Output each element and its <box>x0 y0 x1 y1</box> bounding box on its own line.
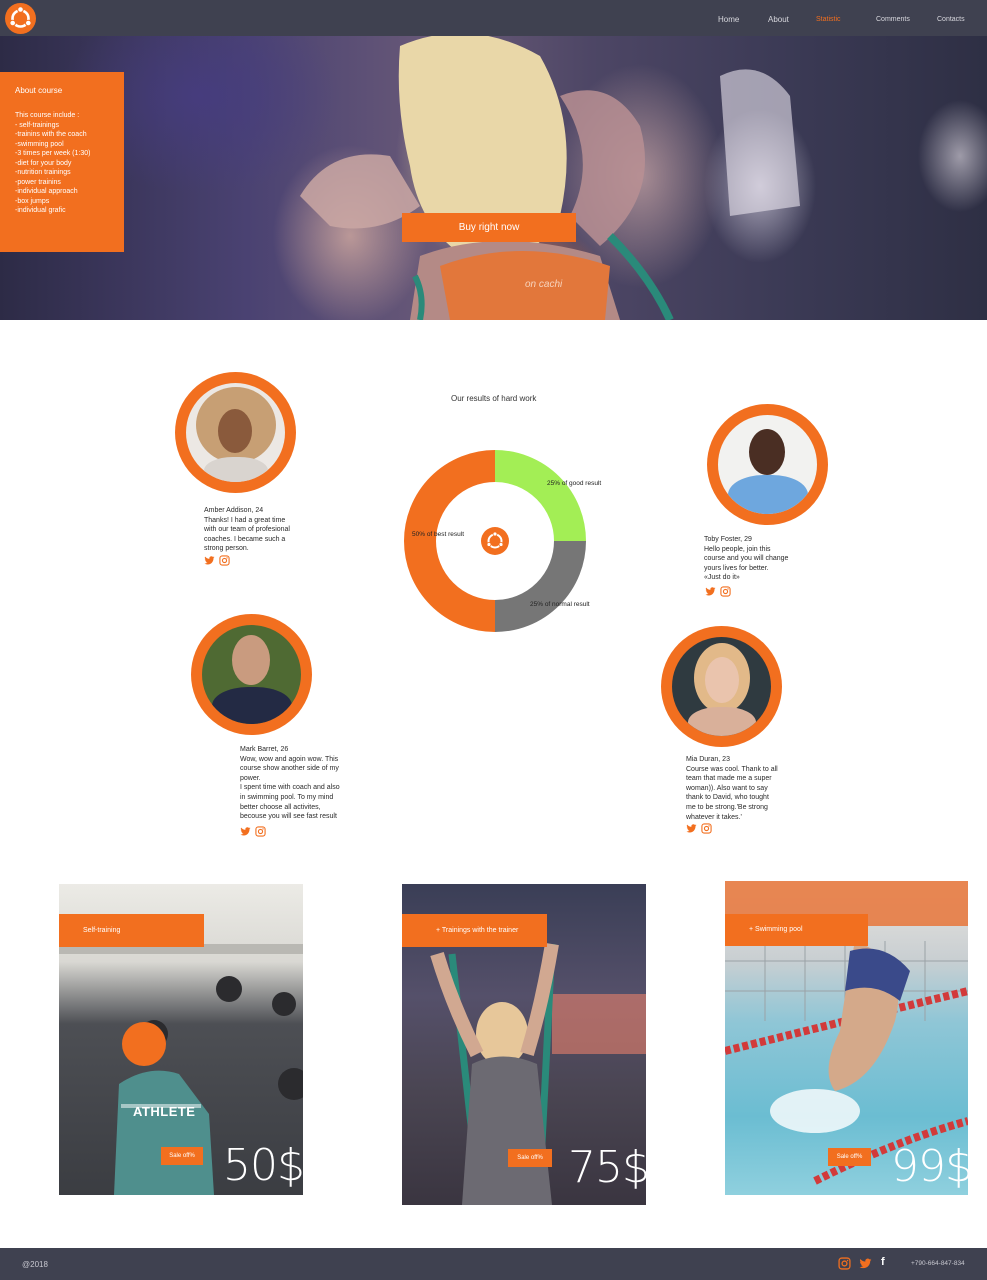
avatar-face <box>232 635 270 685</box>
about-course-title: About course <box>15 86 63 95</box>
avatar-shoulders <box>212 687 292 724</box>
avatar-photo <box>186 383 285 482</box>
price: 50$ <box>223 1140 303 1191</box>
price: 75$ <box>568 1142 646 1193</box>
course-line: -3 times per week (1:30) <box>15 150 91 157</box>
course-line: -nutrition trainings <box>15 169 71 176</box>
testimonial-text: Thanks! I had a great time with our team… <box>204 516 290 553</box>
course-line: -trainins with the coach <box>15 131 87 138</box>
instagram-icon[interactable] <box>255 826 266 837</box>
testimonial-text: Hello people, join this course and you w… <box>704 545 789 582</box>
card-self-training[interactable]: ATHLETE Self-training Sale off% 50$ <box>59 884 303 1195</box>
shirt-logo-text: on cachi <box>525 279 563 290</box>
testimonial-name: Toby Foster, 29 <box>704 536 752 543</box>
testimonial-toby: Toby Foster, 29 Hello people, join this … <box>704 535 788 583</box>
avatar-photo <box>718 415 817 514</box>
footer: @2018 f +790-664-847-834 <box>0 1248 987 1280</box>
instagram-icon[interactable] <box>720 586 731 597</box>
avatar-toby <box>707 404 828 525</box>
twitter-icon[interactable] <box>240 826 251 837</box>
phone-number: +790-664-847-834 <box>911 1260 965 1267</box>
nav-home[interactable]: Home <box>718 15 739 24</box>
card-tag[interactable]: + Trainings with the trainer <box>402 914 547 947</box>
course-line: -power trainins <box>15 178 61 186</box>
ubuntu-logo-icon[interactable] <box>5 3 36 34</box>
avatar-photo <box>672 637 771 736</box>
slice-label-good: 25% of good result <box>547 480 602 487</box>
card-swimming-pool[interactable]: + Swimming pool Sale off% 99$ <box>725 881 968 1195</box>
testimonial-mark: Mark Barret, 26 Wow, wow and agoin wow. … <box>240 745 340 822</box>
chart-center-logo-icon <box>481 527 509 555</box>
instagram-icon[interactable] <box>219 555 230 566</box>
avatar-mia <box>661 626 782 747</box>
nav-contacts[interactable]: Contacts <box>937 16 965 23</box>
card-tag[interactable]: Self-training <box>59 914 204 947</box>
athlete-shirt-text: ATHLETE <box>133 1104 196 1119</box>
top-navbar: Home About Statistic Comments Contacts <box>0 0 987 36</box>
testimonial-name: Mark Barret, 26 <box>240 746 289 753</box>
copyright: @2018 <box>22 1260 48 1269</box>
avatar-shoulders <box>204 457 268 482</box>
nav-statistic[interactable]: Statistic <box>816 16 841 23</box>
sale-badge[interactable]: Sale off% <box>161 1147 203 1165</box>
course-line: -individual approach <box>15 188 78 195</box>
donut-slice-0 <box>494 450 586 542</box>
slice-label-normal: 25% of normal result <box>530 601 590 608</box>
chart-title: Our results of hard work <box>451 394 537 403</box>
course-line: This course include : <box>15 112 80 119</box>
sale-badge[interactable]: Sale off% <box>508 1149 552 1167</box>
instagram-icon[interactable] <box>838 1257 851 1270</box>
avatar-mark <box>191 614 312 735</box>
testimonial-amber: Amber Addison, 24 Thanks! I had a great … <box>204 506 290 554</box>
about-course-panel: About course This course include : - sel… <box>0 72 124 252</box>
avatar-shoulders <box>728 475 808 514</box>
avatar-face <box>218 409 252 453</box>
hero-woman-figure <box>300 36 800 320</box>
hero-banner-image: on cachi <box>0 36 987 320</box>
course-line: -diet for your body <box>15 159 72 167</box>
instagram-icon[interactable] <box>701 823 712 834</box>
twitter-icon[interactable] <box>204 555 215 566</box>
course-line: -box jumps <box>15 197 50 205</box>
testimonial-name: Amber Addison, 24 <box>204 507 264 514</box>
course-line: -swimming pool <box>15 140 64 148</box>
avatar-shoulders <box>688 707 756 736</box>
social-links-toby <box>705 586 731 597</box>
card-tag[interactable]: + Swimming pool <box>725 914 868 946</box>
social-links-amber <box>204 555 230 566</box>
buy-now-button[interactable]: Buy right now <box>402 213 576 242</box>
course-line: - self-trainings <box>15 121 59 129</box>
twitter-icon[interactable] <box>686 823 697 834</box>
social-links-mark <box>240 826 266 837</box>
avatar-photo <box>202 625 301 724</box>
course-line: -individual grafic <box>15 207 66 214</box>
avatar-amber <box>175 372 296 493</box>
testimonial-mia: Mia Duran, 23 Course was cool. Thank to … <box>686 755 778 822</box>
avatar-face <box>705 657 739 703</box>
social-links-mia <box>686 823 712 834</box>
nav-about[interactable]: About <box>768 15 789 24</box>
twitter-icon[interactable] <box>859 1257 872 1270</box>
testimonial-name: Mia Duran, 23 <box>686 756 730 763</box>
sale-badge[interactable]: Sale off% <box>828 1148 871 1166</box>
nav-comments[interactable]: Comments <box>876 16 910 23</box>
avatar-face <box>749 429 785 475</box>
card-trainings-with-trainer[interactable]: + Trainings with the trainer Sale off% 7… <box>402 884 646 1205</box>
facebook-icon[interactable]: f <box>881 1256 885 1268</box>
slice-label-best: 50% of best result <box>412 531 465 538</box>
testimonial-text: Course was cool. Thank to all team that … <box>686 765 778 821</box>
twitter-icon[interactable] <box>705 586 716 597</box>
testimonial-text: Wow, wow and agoin wow. This course show… <box>240 755 340 821</box>
price: 99$ <box>891 1141 968 1192</box>
